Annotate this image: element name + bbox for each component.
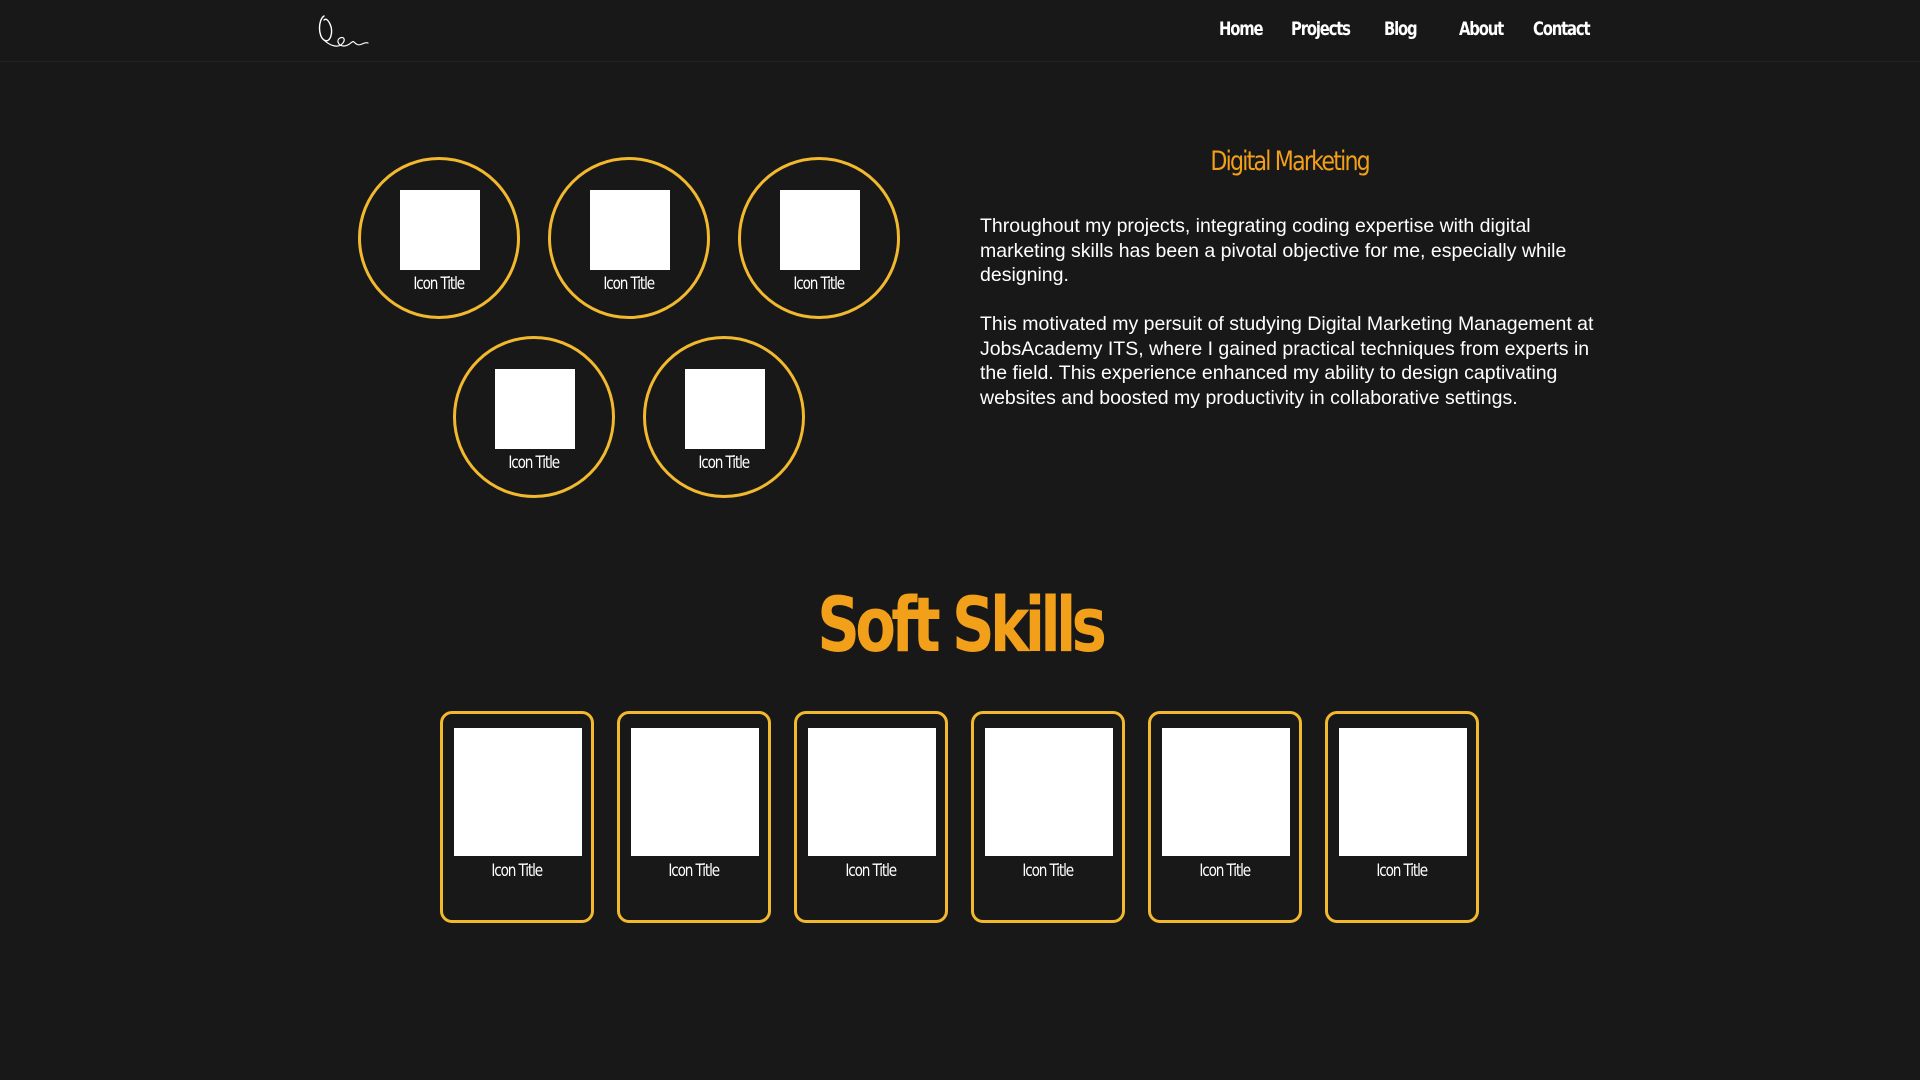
skill-icon-title: Icon Title (793, 274, 846, 294)
digital-marketing-paragraph-1: Throughout my projects, integrating codi… (980, 215, 1567, 286)
skill-circle: Icon Title (643, 336, 805, 498)
soft-skill-card: Icon Title (1148, 711, 1302, 923)
skill-icon-placeholder (590, 190, 670, 270)
nav-link-home[interactable]: Home (1219, 18, 1264, 40)
soft-skill-title: Icon Title (491, 861, 544, 881)
skill-icon-title: Icon Title (413, 274, 466, 294)
soft-skill-card: Icon Title (440, 711, 594, 923)
soft-skill-card: Icon Title (617, 711, 771, 923)
soft-skill-title: Icon Title (1022, 861, 1075, 881)
nav-link-about[interactable]: About (1459, 18, 1504, 40)
signature-logo-icon[interactable] (316, 10, 372, 50)
skill-circle: Icon Title (548, 157, 710, 319)
soft-skill-icon-placeholder (985, 728, 1113, 856)
soft-skill-icon-placeholder (1339, 728, 1467, 856)
soft-skill-icon-placeholder (808, 728, 936, 856)
soft-skill-title: Icon Title (668, 861, 721, 881)
soft-skill-title: Icon Title (1199, 861, 1252, 881)
skill-circle: Icon Title (453, 336, 615, 498)
skill-icon-title: Icon Title (508, 453, 561, 473)
soft-skill-icon-placeholder (454, 728, 582, 856)
skill-icon-title: Icon Title (698, 453, 751, 473)
soft-skill-title: Icon Title (1376, 861, 1429, 881)
soft-skill-card: Icon Title (971, 711, 1125, 923)
soft-skill-card: Icon Title (1325, 711, 1479, 923)
digital-marketing-title: Digital Marketing (1210, 146, 1371, 177)
skill-icon-placeholder (495, 369, 575, 449)
skill-icon-placeholder (400, 190, 480, 270)
soft-skill-card: Icon Title (794, 711, 948, 923)
skill-circle: Icon Title (738, 157, 900, 319)
skill-circle: Icon Title (358, 157, 520, 319)
nav-link-blog[interactable]: Blog (1384, 18, 1418, 40)
soft-skill-icon-placeholder (1162, 728, 1290, 856)
digital-marketing-paragraph-2: This motivated my persuit of studying Di… (980, 313, 1594, 409)
skill-icon-title: Icon Title (603, 274, 656, 294)
nav-link-contact[interactable]: Contact (1533, 18, 1591, 40)
nav-link-projects[interactable]: Projects (1291, 18, 1351, 40)
skill-icon-placeholder (780, 190, 860, 270)
skill-icon-placeholder (685, 369, 765, 449)
soft-skill-title: Icon Title (845, 861, 898, 881)
navbar: Home Projects Blog About Contact (0, 0, 1920, 62)
soft-skills-title: Soft Skills (817, 580, 1107, 669)
soft-skill-icon-placeholder (631, 728, 759, 856)
